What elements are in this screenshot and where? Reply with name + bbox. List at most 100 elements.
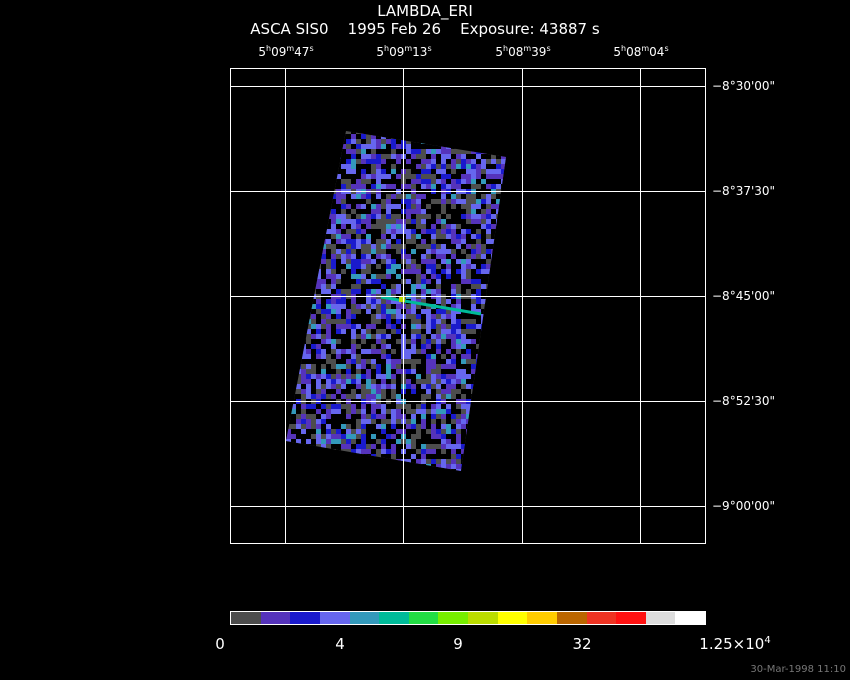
- pixel: [386, 279, 391, 284]
- pixel: [351, 154, 356, 159]
- pixel: [361, 334, 366, 339]
- pixel: [441, 369, 446, 374]
- pixel: [411, 214, 416, 219]
- pixel: [396, 374, 401, 379]
- pixel: [381, 474, 386, 479]
- pixel: [286, 269, 291, 274]
- pixel: [391, 414, 396, 419]
- pixel: [466, 169, 471, 174]
- pixel: [326, 169, 331, 174]
- pixel: [286, 234, 291, 239]
- pixel: [301, 369, 306, 374]
- pixel: [426, 164, 431, 169]
- pixel: [286, 264, 291, 269]
- pixel: [296, 354, 301, 359]
- pixel: [456, 469, 461, 471]
- pixel: [476, 319, 481, 324]
- pixel: [376, 464, 381, 469]
- pixel: [476, 279, 481, 284]
- pixel: [496, 199, 501, 204]
- pixel: [436, 279, 441, 284]
- pixel: [371, 134, 376, 139]
- pixel: [471, 414, 476, 419]
- pixel: [376, 349, 381, 354]
- pixel: [456, 239, 461, 244]
- pixel: [406, 124, 411, 129]
- pixel: [306, 344, 311, 349]
- pixel: [291, 439, 296, 444]
- pixel: [341, 469, 346, 471]
- pixel: [376, 164, 381, 169]
- pixel: [441, 434, 446, 439]
- pixel: [341, 284, 346, 289]
- pixel: [476, 394, 481, 399]
- pixel: [491, 204, 496, 209]
- pixel: [326, 434, 331, 439]
- pixel: [381, 174, 386, 179]
- sky-image-panel[interactable]: [230, 68, 706, 544]
- pixel: [476, 334, 481, 339]
- pixel: [391, 319, 396, 324]
- pixel: [376, 269, 381, 274]
- pixel: [321, 419, 326, 424]
- pixel: [311, 394, 316, 399]
- pixel: [371, 299, 376, 304]
- pixel: [331, 279, 336, 284]
- pixel: [471, 379, 476, 384]
- pixel: [451, 159, 456, 164]
- pixel: [446, 184, 451, 189]
- pixel: [416, 209, 421, 214]
- pixel: [441, 159, 446, 164]
- pixel: [326, 304, 331, 309]
- pixel: [466, 394, 471, 399]
- pixel: [396, 144, 401, 149]
- pixel: [441, 264, 446, 269]
- pixel: [366, 274, 371, 279]
- pixel: [306, 449, 311, 454]
- pixel: [471, 239, 476, 244]
- pixel: [286, 389, 291, 394]
- pixel: [286, 449, 291, 454]
- pixel: [366, 234, 371, 239]
- pixel: [361, 349, 366, 354]
- pixel: [306, 299, 311, 304]
- pixel: [451, 374, 456, 379]
- pixel: [316, 354, 321, 359]
- pixel: [331, 394, 336, 399]
- pixel: [496, 209, 501, 214]
- pixel: [311, 159, 316, 164]
- object-title: LAMBDA_ERI: [377, 2, 473, 20]
- pixel: [421, 419, 426, 424]
- pixel: [421, 234, 426, 239]
- pixel: [336, 429, 341, 434]
- pixel: [456, 124, 461, 129]
- pixel: [311, 444, 316, 449]
- pixel: [391, 374, 396, 379]
- pixel: [321, 429, 326, 434]
- pixel: [291, 414, 296, 419]
- pixel: [506, 224, 511, 229]
- pixel: [506, 129, 511, 134]
- pixel: [326, 414, 331, 419]
- pixel: [436, 424, 441, 429]
- pixel: [286, 259, 291, 264]
- pixel: [461, 334, 466, 339]
- pixel: [321, 319, 326, 324]
- pixel: [456, 154, 461, 159]
- pixel: [356, 299, 361, 304]
- pixel: [491, 284, 496, 289]
- pixel: [411, 424, 416, 429]
- pixel: [341, 429, 346, 434]
- pixel: [421, 279, 426, 284]
- pixel: [336, 334, 341, 339]
- pixel: [471, 424, 476, 429]
- pixel: [381, 184, 386, 189]
- pixel: [426, 339, 431, 344]
- pixel: [506, 169, 511, 174]
- pixel: [486, 324, 491, 329]
- pixel: [316, 319, 321, 324]
- pixel: [306, 169, 311, 174]
- pixel: [471, 149, 476, 154]
- pixel: [436, 404, 441, 409]
- pixel: [351, 149, 356, 154]
